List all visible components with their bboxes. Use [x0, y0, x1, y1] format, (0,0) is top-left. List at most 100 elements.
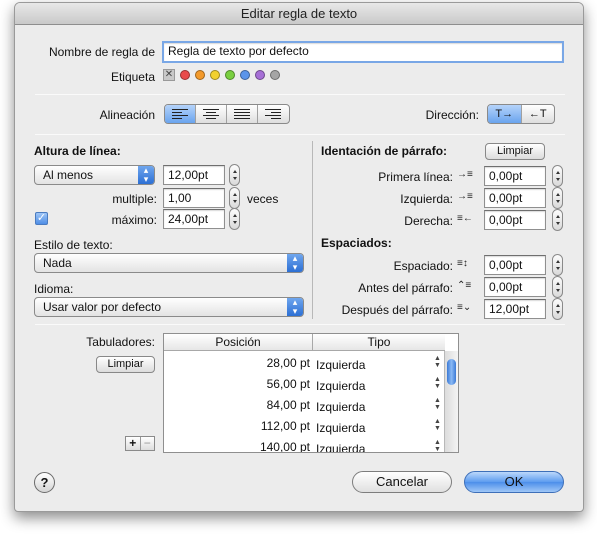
tag-color-dot[interactable] — [210, 70, 220, 80]
spacing-heading: Espaciados: — [321, 236, 392, 250]
right-indent-input[interactable]: 0,00pt — [484, 210, 546, 230]
table-row[interactable]: 84,00 pt Izquierda ▲ ▼ — [164, 395, 442, 416]
add-tab-button[interactable]: + — [126, 437, 141, 450]
align-right-icon — [265, 109, 281, 119]
line-height-heading: Altura de línea: — [34, 144, 121, 158]
tab-type-cell[interactable]: Izquierda — [316, 421, 365, 435]
tag-color-dot[interactable] — [225, 70, 235, 80]
tab-type-cell[interactable]: Izquierda — [316, 442, 365, 452]
multiple-unit-label: veces — [247, 192, 279, 206]
right-indent-icon: ≡← — [457, 213, 473, 224]
first-line-label: Primera línea: — [378, 170, 453, 184]
max-label: máximo: — [111, 213, 157, 227]
tabs-add-remove-control: + − — [125, 436, 155, 451]
help-button[interactable]: ? — [34, 472, 55, 493]
tab-position-cell[interactable]: 140,00 pt — [164, 440, 310, 452]
first-line-stepper[interactable] — [552, 165, 563, 187]
multiple-input[interactable]: 1,00 — [163, 188, 225, 208]
tab-type-cell[interactable]: Izquierda — [316, 400, 365, 414]
left-indent-input[interactable]: 0,00pt — [484, 188, 546, 208]
language-label: Idioma: — [34, 282, 74, 296]
language-popup[interactable]: Usar valor por defecto ▴ ▾ — [34, 297, 304, 317]
before-paragraph-input[interactable]: 0,00pt — [484, 277, 546, 297]
line-height-mode-value: Al menos — [43, 168, 94, 182]
column-header-position[interactable]: Posición — [164, 334, 313, 351]
line-height-value-input[interactable]: 12,00pt — [163, 165, 225, 185]
max-checkbox[interactable]: ✓ — [35, 212, 48, 225]
table-row[interactable]: 140,00 pt Izquierda ▲ ▼ — [164, 437, 442, 452]
tab-type-cell[interactable]: Izquierda — [316, 358, 365, 372]
tab-position-cell[interactable]: 112,00 pt — [164, 419, 310, 433]
first-line-indent-icon: →≡ — [457, 169, 473, 180]
tag-color-dot[interactable] — [180, 70, 190, 80]
before-paragraph-stepper[interactable] — [552, 276, 563, 298]
tabs-clear-button[interactable]: Limpiar — [96, 356, 155, 373]
max-input[interactable]: 24,00pt — [163, 209, 225, 229]
direction-ltr-button[interactable]: T→ — [488, 105, 522, 123]
align-justify-button[interactable] — [227, 105, 258, 123]
alignment-label: Alineación — [99, 108, 155, 122]
direction-label: Dirección: — [425, 108, 479, 122]
align-center-icon — [203, 109, 219, 119]
tag-color-dot[interactable] — [195, 70, 205, 80]
type-popup-arrows-icon[interactable]: ▲ ▼ — [434, 355, 441, 369]
tab-position-cell[interactable]: 56,00 pt — [164, 377, 310, 391]
spacing-label: Espaciado: — [393, 259, 453, 273]
language-value: Usar valor por defecto — [43, 300, 162, 314]
tabs-table: Posición Tipo 28,00 pt Izquierda ▲ ▼ 56,00 p… — [163, 333, 459, 453]
multiple-stepper[interactable] — [229, 187, 240, 209]
table-row[interactable]: 112,00 pt Izquierda ▲ ▼ — [164, 416, 442, 437]
tab-position-cell[interactable]: 28,00 pt — [164, 356, 310, 370]
cancel-button[interactable]: Cancelar — [352, 471, 452, 493]
left-indent-stepper[interactable] — [552, 187, 563, 209]
left-indent-label: Izquierda: — [400, 192, 453, 206]
popup-arrows-icon: ▴ ▾ — [138, 166, 154, 184]
align-left-icon — [172, 109, 188, 119]
scrollbar-thumb[interactable] — [447, 359, 456, 385]
tag-color-dot[interactable] — [255, 70, 265, 80]
type-popup-arrows-icon[interactable]: ▲ ▼ — [434, 418, 441, 432]
line-spacing-icon: ≡↕ — [457, 258, 468, 269]
tabs-label: Tabuladores: — [86, 335, 155, 349]
align-right-button[interactable] — [258, 105, 289, 123]
line-height-stepper[interactable] — [229, 164, 240, 186]
tabs-scrollbar[interactable] — [444, 351, 458, 452]
line-height-mode-popup[interactable]: Al menos ▴ ▾ — [34, 165, 155, 185]
tag-color-dot[interactable] — [240, 70, 250, 80]
type-popup-arrows-icon[interactable]: ▲ ▼ — [434, 376, 441, 390]
column-header-type[interactable]: Tipo — [313, 334, 445, 351]
popup-arrows-icon: ▴ ▾ — [287, 298, 303, 316]
align-left-button[interactable] — [165, 105, 196, 123]
first-line-input[interactable]: 0,00pt — [484, 166, 546, 186]
type-popup-arrows-icon[interactable]: ▲ ▼ — [434, 439, 441, 452]
tab-type-cell[interactable]: Izquierda — [316, 379, 365, 393]
after-paragraph-stepper[interactable] — [552, 298, 563, 320]
remove-tab-button[interactable]: − — [141, 437, 155, 450]
rule-name-input[interactable]: Regla de texto por defecto — [162, 41, 564, 63]
text-style-value: Nada — [43, 256, 72, 270]
right-indent-stepper[interactable] — [552, 209, 563, 231]
type-popup-arrows-icon[interactable]: ▲ ▼ — [434, 397, 441, 411]
tag-color-dot[interactable] — [270, 70, 280, 80]
after-paragraph-input[interactable]: 12,00pt — [484, 299, 546, 319]
align-justify-icon — [234, 109, 250, 119]
window-title: Editar regla de texto — [15, 3, 583, 25]
spacing-stepper[interactable] — [552, 254, 563, 276]
table-row[interactable]: 56,00 pt Izquierda ▲ ▼ — [164, 374, 442, 395]
indentation-clear-button[interactable]: Limpiar — [485, 143, 545, 160]
alignment-segmented-control — [164, 104, 290, 124]
text-style-label: Estilo de texto: — [34, 238, 113, 252]
align-center-button[interactable] — [196, 105, 227, 123]
after-paragraph-label: Después del párrafo: — [341, 303, 453, 317]
ok-button[interactable]: OK — [464, 471, 564, 493]
multiple-label: multiple: — [112, 192, 157, 206]
max-stepper[interactable] — [229, 208, 240, 230]
direction-rtl-button[interactable]: ←T — [522, 105, 555, 123]
spacing-input[interactable]: 0,00pt — [484, 255, 546, 275]
text-style-popup[interactable]: Nada ▴ ▾ — [34, 253, 304, 273]
tab-position-cell[interactable]: 84,00 pt — [164, 398, 310, 412]
tag-clear-icon[interactable]: ✕ — [163, 69, 175, 81]
edit-text-rule-dialog: Editar regla de texto Nombre de regla de… — [14, 2, 584, 512]
table-row[interactable]: 28,00 pt Izquierda ▲ ▼ — [164, 353, 442, 374]
popup-arrows-icon: ▴ ▾ — [287, 254, 303, 272]
